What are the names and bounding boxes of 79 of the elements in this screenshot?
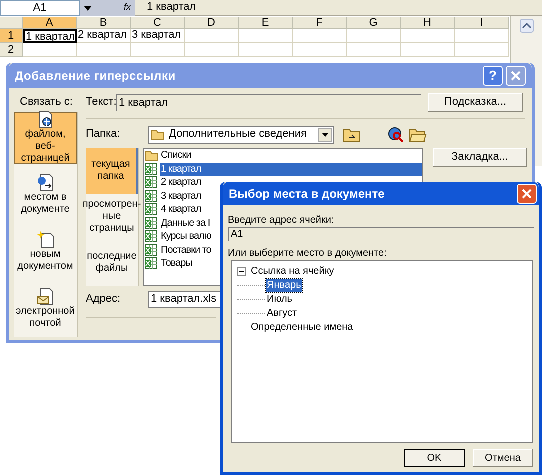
close-icon[interactable] xyxy=(522,188,532,198)
column-header[interactable]: B xyxy=(77,17,131,29)
table-cell[interactable]: 1 квартал xyxy=(23,29,77,43)
page-sparkle-icon xyxy=(36,231,54,249)
corner-cell xyxy=(0,17,23,29)
table-cell[interactable] xyxy=(239,29,293,43)
close-icon[interactable] xyxy=(511,70,521,80)
close-button[interactable] xyxy=(517,184,537,204)
formula-field[interactable]: 1 квартал xyxy=(135,0,542,15)
table-cell[interactable]: 3 квартал xyxy=(131,29,185,43)
page-globe-icon xyxy=(36,111,54,129)
field-label: Введите адрес ячейки: xyxy=(228,214,336,227)
table-cell[interactable] xyxy=(23,43,77,57)
column-header[interactable]: C xyxy=(131,17,185,29)
view-tab[interactable]: текущая папка xyxy=(86,148,138,194)
table-cell[interactable] xyxy=(131,43,185,57)
column-header[interactable]: I xyxy=(455,17,509,29)
link-target-item[interactable]: местом в документе xyxy=(14,169,77,221)
tree-item[interactable]: Август xyxy=(266,306,298,320)
table-cell[interactable]: 2 квартал xyxy=(77,29,131,43)
column-header[interactable]: A xyxy=(23,17,77,29)
table-cell[interactable] xyxy=(185,29,239,43)
close-button[interactable] xyxy=(506,66,526,86)
field-label: Или выберите место в документе: xyxy=(228,247,388,260)
table-cell[interactable] xyxy=(401,29,455,43)
table-cell[interactable] xyxy=(293,43,347,57)
table-cell[interactable] xyxy=(347,29,401,43)
link-target-item[interactable]: новым документом xyxy=(14,226,77,278)
table-cell[interactable] xyxy=(455,43,509,57)
folder-dropdown[interactable]: Дополнительные сведения xyxy=(148,126,334,144)
dropdown-arrow-icon[interactable] xyxy=(322,132,328,136)
up-folder-icon[interactable] xyxy=(343,126,361,142)
link-target-item[interactable]: файлом, веб-страницей xyxy=(14,112,77,164)
window-title: Выбор места в документе xyxy=(229,186,385,202)
field-label: Текст: xyxy=(86,95,116,110)
field-label: Папка: xyxy=(86,127,122,142)
collapse-icon[interactable] xyxy=(237,266,246,276)
table-cell[interactable] xyxy=(77,43,131,57)
tree-item[interactable]: Июль xyxy=(266,292,294,306)
tree-item[interactable]: Январь xyxy=(266,278,302,292)
field-label: Адрес: xyxy=(86,292,122,308)
table-cell[interactable] xyxy=(401,43,455,57)
cancel-button[interactable]: Отмена xyxy=(473,449,533,467)
file-item[interactable]: Списки xyxy=(160,149,422,162)
column-header[interactable]: E xyxy=(239,17,293,29)
web-search-icon[interactable] xyxy=(387,126,405,142)
view-tab[interactable]: последние файлы xyxy=(86,240,138,286)
column-header[interactable]: F xyxy=(293,17,347,29)
field-label: Связать с: xyxy=(19,95,74,110)
row-header[interactable]: 1 xyxy=(0,29,23,43)
help-button[interactable]: ? xyxy=(483,66,503,86)
table-cell[interactable] xyxy=(347,43,401,57)
folder-icon xyxy=(151,128,165,140)
file-item[interactable]: 1 квартал xyxy=(160,162,422,176)
ok-button[interactable]: OK xyxy=(404,449,465,467)
name-box[interactable]: A1 xyxy=(0,0,80,16)
text-field[interactable]: 1 квартал xyxy=(116,94,421,111)
tooltip-button[interactable]: Подсказка... xyxy=(428,93,523,112)
link-target-item[interactable]: электронной почтой xyxy=(14,283,77,335)
row-header[interactable]: 2 xyxy=(0,43,23,57)
column-header[interactable]: G xyxy=(347,17,401,29)
table-cell[interactable] xyxy=(185,43,239,57)
dropdown-arrow-icon[interactable] xyxy=(84,6,92,10)
table-cell[interactable] xyxy=(293,29,347,43)
bookmark-button[interactable]: Закладка... xyxy=(433,148,527,167)
table-cell[interactable] xyxy=(455,29,509,43)
function-button[interactable]: fx xyxy=(124,1,131,15)
window-title: Добавление гиперссылки xyxy=(15,68,176,84)
column-header[interactable]: H xyxy=(401,17,455,29)
cell-address-field[interactable]: A1 xyxy=(228,227,534,241)
page-arrow-icon xyxy=(36,174,54,192)
column-header[interactable]: D xyxy=(185,17,239,29)
open-folder-icon[interactable] xyxy=(409,126,427,142)
scroll-up-icon[interactable] xyxy=(520,19,534,33)
envelope-icon xyxy=(36,288,54,306)
folder-icon xyxy=(145,150,159,162)
tree-item[interactable]: Определенные имена xyxy=(250,320,354,334)
tree-item[interactable]: Ссылка на ячейку xyxy=(250,264,336,278)
table-cell[interactable] xyxy=(239,43,293,57)
